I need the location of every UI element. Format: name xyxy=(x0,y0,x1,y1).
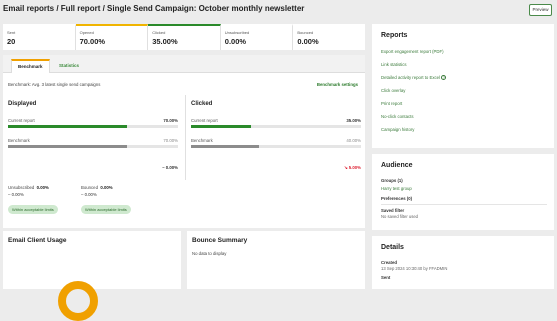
clicked-diff: ↘ 5.00% xyxy=(344,165,361,170)
benchmark-settings-link[interactable]: Benchmark settings xyxy=(317,82,358,87)
info-icon: ? xyxy=(441,75,447,80)
stat-opened: Opened 70.00% xyxy=(75,24,149,50)
created-label: Created xyxy=(381,260,398,265)
stat-value: 0.00% xyxy=(297,37,319,46)
displayed-title: Displayed xyxy=(8,101,37,107)
bounce-summary-title: Bounce Summary xyxy=(192,237,248,244)
page-title: Email reports / Full report / Single Sen… xyxy=(3,4,305,13)
mini-value: 0.00% xyxy=(36,185,49,190)
audience-title: Audience xyxy=(381,162,413,169)
details-title: Details xyxy=(381,244,404,251)
report-link-excel[interactable]: Detailed activity report to Excel ? xyxy=(381,75,547,88)
saved-filter-value: No saved filter used xyxy=(381,214,419,219)
report-link-link-statistics[interactable]: Link statistics xyxy=(381,62,547,75)
stat-value: 70.00% xyxy=(79,37,106,46)
mini-label: Unsubscribed xyxy=(8,185,35,190)
row-label: Benchmark xyxy=(8,138,30,143)
report-link-excel-label: Detailed activity report to Excel xyxy=(381,75,440,80)
displayed-diff: – 0.00% xyxy=(162,165,178,170)
stat-unsubscribed: Unsubscribed 0.00% xyxy=(221,24,294,50)
mini-diff: – 0.00% xyxy=(8,192,24,197)
stat-label: Sent xyxy=(7,30,16,35)
progress-fill xyxy=(191,125,251,128)
stat-value: 0.00% xyxy=(224,37,247,46)
sent-label: Sent xyxy=(381,275,391,280)
saved-filter-label: Saved filter xyxy=(381,208,405,213)
reports-links: Export engagement report (PDF) Link stat… xyxy=(381,49,547,140)
displayed-section: Displayed Current report 70.00% Benchmar… xyxy=(8,101,178,170)
report-link-no-click[interactable]: No-click contacts xyxy=(381,114,547,127)
stat-label: Unsubscribed xyxy=(224,30,250,35)
audience-card: Audience Groups (1) Harry test group Pre… xyxy=(372,154,554,230)
mini-label: Bounced xyxy=(81,185,98,190)
email-client-card: Email Client Usage xyxy=(3,231,181,321)
row-value: 35.00% xyxy=(346,118,361,123)
divider xyxy=(381,204,547,205)
progress-bar xyxy=(8,145,178,148)
groups-label: Groups (1) xyxy=(381,178,403,183)
row-value: 70.00% xyxy=(163,118,178,123)
created-value: 13 Sep 2024 10:30:40 by FFADMIN xyxy=(381,266,448,271)
stat-label: Clicked xyxy=(152,30,166,35)
bounced-summary: Bounced 0.00% – 0.00% xyxy=(81,185,113,197)
status-badge: Within acceptable limits xyxy=(8,205,58,214)
progress-fill xyxy=(191,145,259,148)
preview-button[interactable]: Preview xyxy=(529,4,552,16)
report-link-click-overlay[interactable]: Click overlay xyxy=(381,88,547,101)
group-link[interactable]: Harry test group xyxy=(381,186,547,191)
tab-bar: Benchmark Statistics xyxy=(3,55,365,73)
page-header: Email reports / Full report / Single Sen… xyxy=(0,0,557,20)
row-label: Current report xyxy=(8,118,35,123)
stat-label: Opened xyxy=(79,30,94,35)
stat-value: 35.00% xyxy=(152,37,178,46)
mini-diff: – 0.00% xyxy=(81,192,97,197)
column-divider xyxy=(185,95,186,180)
tab-statistics[interactable]: Statistics xyxy=(53,60,85,71)
unsubscribed-summary: Unsubscribed 0.00% – 0.00% xyxy=(8,185,49,197)
benchmark-subtitle: Benchmark: Avg. 3 latest single send cam… xyxy=(8,82,101,87)
stat-value: 20 xyxy=(7,37,16,46)
stat-sent: Sent 20 xyxy=(3,24,76,50)
reports-title: Reports xyxy=(381,32,408,39)
status-badge: Within acceptable limits xyxy=(81,205,131,214)
report-link-print[interactable]: Print report xyxy=(381,101,547,114)
mini-value: 0.00% xyxy=(100,185,113,190)
progress-bar xyxy=(8,125,178,128)
details-card: Details Created 13 Sep 2024 10:30:40 by … xyxy=(372,236,554,289)
email-client-title: Email Client Usage xyxy=(8,237,67,244)
stats-strip: Sent 20 Opened 70.00% Clicked 35.00% Uns… xyxy=(3,24,365,50)
donut-chart xyxy=(58,281,98,321)
row-value: 40.00% xyxy=(346,138,361,143)
row-value: 70.00% xyxy=(163,138,178,143)
progress-fill xyxy=(8,145,127,148)
stat-clicked: Clicked 35.00% xyxy=(148,24,221,50)
stat-label: Bounced xyxy=(297,30,314,35)
progress-bar xyxy=(191,145,361,148)
stat-bounced: Bounced 0.00% xyxy=(293,24,365,50)
bounce-summary-card: Bounce Summary No data to display xyxy=(187,231,365,289)
clicked-title: Clicked xyxy=(191,101,213,107)
row-label: Current report xyxy=(191,118,218,123)
progress-fill xyxy=(8,125,127,128)
report-link-export-pdf[interactable]: Export engagement report (PDF) xyxy=(381,49,547,62)
clicked-section: Clicked Current report 35.00% Benchmark … xyxy=(191,101,361,170)
reports-card: Reports Export engagement report (PDF) L… xyxy=(372,24,554,148)
progress-bar xyxy=(191,125,361,128)
preferences-label: Preferences (0) xyxy=(381,196,413,201)
tab-benchmark[interactable]: Benchmark xyxy=(11,59,50,73)
report-link-history[interactable]: Campaign history xyxy=(381,127,547,140)
empty-message: No data to display xyxy=(192,251,227,256)
benchmark-panel: Benchmark Statistics Benchmark: Avg. 3 l… xyxy=(3,55,365,228)
row-label: Benchmark xyxy=(191,138,213,143)
